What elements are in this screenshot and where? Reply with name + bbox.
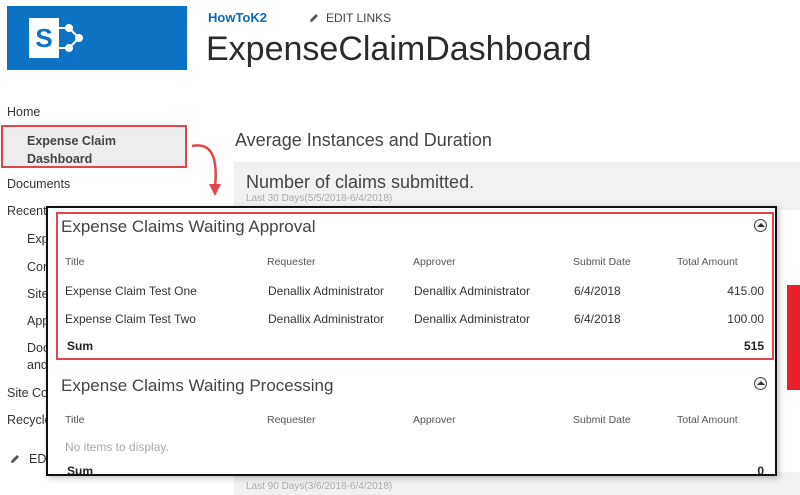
- column-header-submit-date[interactable]: Submit Date: [573, 414, 631, 426]
- approval-section-title: Expense Claims Waiting Approval: [61, 217, 316, 236]
- approval-sum-label: Sum: [67, 339, 94, 353]
- lists-overlay: Expense Claims Waiting Approval Title Re…: [46, 206, 777, 476]
- collapse-processing-icon[interactable]: [754, 377, 767, 390]
- page-title: ExpenseClaimDashboard: [206, 30, 592, 68]
- nav-edit-links[interactable]: EDI: [9, 452, 50, 466]
- cell-total-amount: 415.00: [727, 284, 764, 298]
- cell-requester: Denallix Administrator: [268, 284, 385, 298]
- annotation-arrow-icon: [191, 144, 221, 196]
- cell-title[interactable]: Expense Claim Test One: [65, 284, 197, 298]
- cell-requester: Denallix Administrator: [268, 312, 385, 326]
- svg-text:S: S: [35, 23, 52, 53]
- nav-recent-item[interactable]: and: [27, 358, 48, 372]
- bottom-panel-range: Last 90 Days(3/6/2018-6/4/2018): [246, 481, 393, 492]
- edit-links-button[interactable]: EDIT LINKS: [308, 11, 391, 25]
- column-header-title[interactable]: Title: [65, 256, 84, 268]
- column-header-approver[interactable]: Approver: [413, 414, 456, 426]
- claims-submitted-range: Last 30 Days(5/5/2018-6/4/2018): [246, 193, 393, 204]
- approval-sum-value: 515: [743, 339, 764, 353]
- column-header-title[interactable]: Title: [65, 414, 84, 426]
- average-instances-heading: Average Instances and Duration: [235, 130, 492, 150]
- cell-submit-date: 6/4/2018: [574, 312, 621, 326]
- column-header-requester[interactable]: Requester: [267, 256, 315, 268]
- nav-recycle-bin[interactable]: Recycle: [7, 413, 51, 427]
- processing-section-title: Expense Claims Waiting Processing: [61, 376, 334, 395]
- site-link[interactable]: HowToK2: [208, 10, 267, 25]
- sharepoint-logo[interactable]: S: [7, 6, 187, 70]
- collapse-approval-icon[interactable]: [754, 219, 767, 232]
- cell-title[interactable]: Expense Claim Test Two: [65, 312, 196, 326]
- chart-bar-fragment: [787, 285, 800, 390]
- cell-total-amount: 100.00: [727, 312, 764, 326]
- empty-list-message: No items to display.: [65, 440, 169, 454]
- cell-submit-date: 6/4/2018: [574, 284, 621, 298]
- pencil-icon: [11, 455, 19, 463]
- cell-approver: Denallix Administrator: [414, 284, 531, 298]
- nav-site-contents[interactable]: Site Co: [7, 386, 48, 400]
- column-header-approver[interactable]: Approver: [413, 256, 456, 268]
- processing-sum-label: Sum: [67, 464, 94, 476]
- cell-approver: Denallix Administrator: [414, 312, 531, 326]
- nav-documents[interactable]: Documents: [7, 177, 70, 191]
- pencil-icon: [310, 14, 318, 22]
- sharepoint-icon: S: [29, 18, 83, 58]
- column-header-requester[interactable]: Requester: [267, 414, 315, 426]
- edit-links-label: EDIT LINKS: [326, 11, 392, 25]
- processing-sum-value: 0: [757, 464, 764, 476]
- nav-expense-claim-dashboard[interactable]: Expense Claim Dashboard: [1, 125, 187, 168]
- nav-recent[interactable]: Recent: [7, 204, 47, 218]
- column-header-total-amount[interactable]: Total Amount: [677, 414, 738, 426]
- column-header-total-amount[interactable]: Total Amount: [677, 256, 738, 268]
- nav-selected-label: Expense Claim Dashboard: [27, 134, 116, 166]
- claims-submitted-title: Number of claims submitted.: [246, 172, 475, 192]
- nav-home[interactable]: Home: [7, 105, 40, 119]
- column-header-submit-date[interactable]: Submit Date: [573, 256, 631, 268]
